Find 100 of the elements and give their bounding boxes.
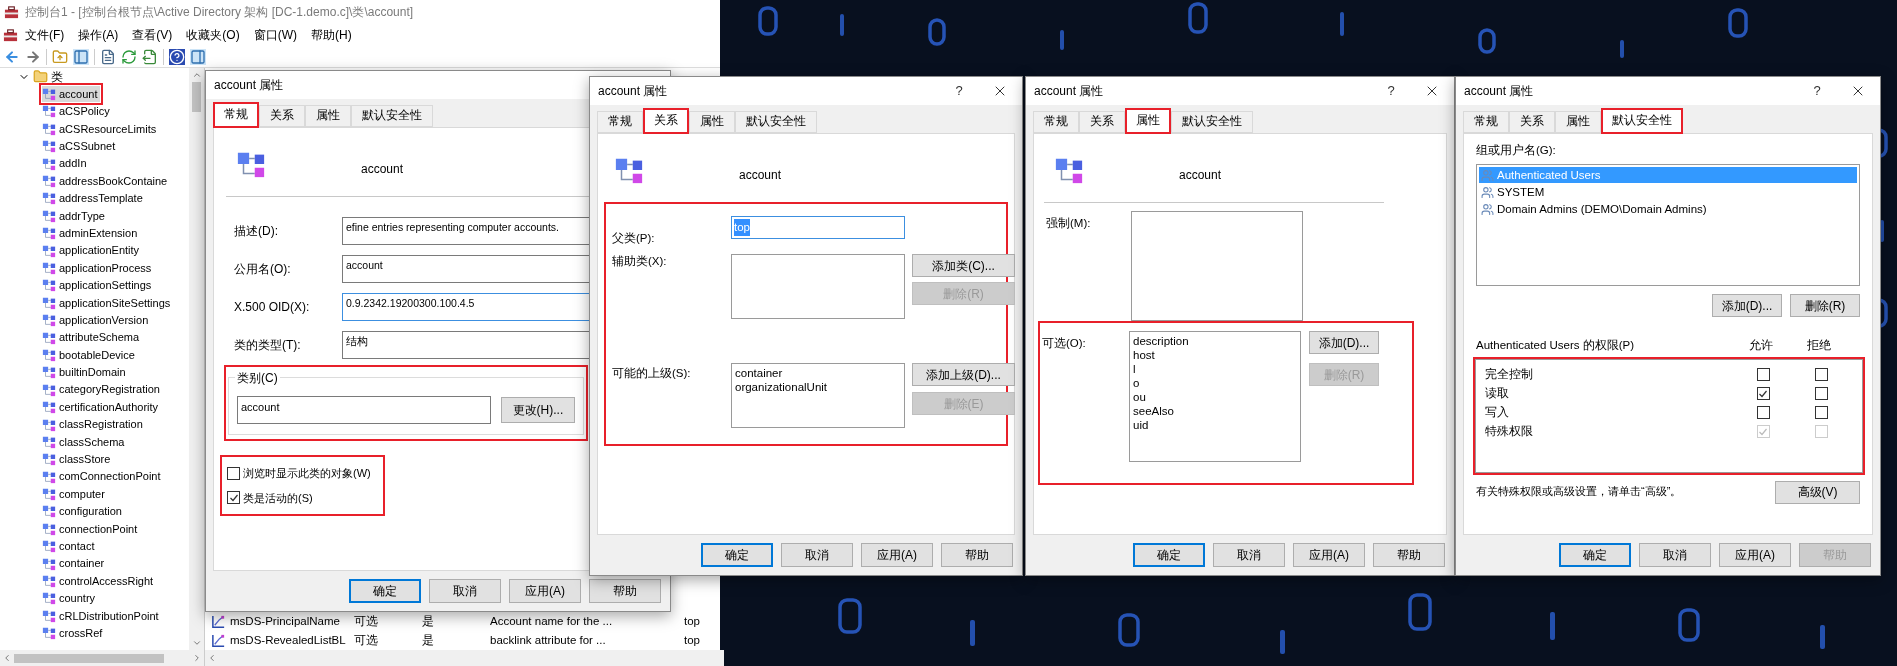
tab[interactable]: 常规	[1463, 111, 1509, 133]
tab[interactable]: 默认安全性	[1601, 108, 1683, 134]
list-box[interactable]	[1131, 211, 1303, 321]
tree-item[interactable]: bootableDevice	[42, 346, 137, 363]
tab[interactable]: 常规	[213, 102, 259, 128]
dialog-button[interactable]: 添加上级(D)...	[912, 363, 1015, 387]
change-button[interactable]: 更改(H)...	[500, 397, 575, 423]
document-icon[interactable]	[100, 48, 116, 65]
tab[interactable]: 关系	[1079, 111, 1125, 133]
menu-item[interactable]: 收藏夹(O)	[179, 26, 247, 44]
dialog-button[interactable]: 取消	[781, 543, 853, 567]
list-item[interactable]: description	[1133, 334, 1297, 348]
list-item[interactable]: seeAlso	[1133, 404, 1297, 418]
checkbox[interactable]	[1756, 406, 1770, 419]
list-item[interactable]: container	[735, 366, 901, 381]
help-button[interactable]: ?	[1802, 81, 1832, 101]
tab[interactable]: 默认安全性	[351, 105, 433, 127]
forward-icon[interactable]	[25, 48, 41, 65]
list-box[interactable]: container organizationalUnit	[731, 363, 905, 429]
list-item[interactable]: host	[1133, 348, 1297, 362]
tab[interactable]: 关系	[1509, 111, 1555, 133]
panel-icon[interactable]	[190, 48, 206, 65]
dialog-button[interactable]: 应用(A)	[861, 543, 933, 567]
folder-up-icon[interactable]	[52, 48, 68, 65]
dialog-button[interactable]: 确定	[349, 579, 421, 603]
scroll-thumb[interactable]	[192, 82, 201, 112]
tree-item[interactable]: applicationEntity	[42, 242, 142, 259]
tab[interactable]: 属性	[689, 111, 735, 133]
list-box[interactable]: description host l o ou seeAlso uid	[1129, 331, 1301, 462]
dialog-button[interactable]: 应用(A)	[1293, 543, 1365, 567]
tree-item[interactable]: aCSPolicy	[42, 103, 112, 120]
menu-item[interactable]: 操作(A)	[71, 26, 126, 44]
tree-label[interactable]: 类	[51, 68, 63, 86]
tree-item[interactable]: computer	[42, 486, 107, 503]
list-item[interactable]: l	[1133, 362, 1297, 376]
list-box[interactable]	[731, 254, 905, 320]
tree-item[interactable]: classSchema	[42, 433, 127, 450]
tab[interactable]: 关系	[643, 108, 689, 134]
scrollbar[interactable]	[189, 68, 204, 650]
text-field[interactable]: account	[237, 396, 491, 424]
tree-item[interactable]: applicationVersion	[42, 312, 151, 329]
menu-item[interactable]: 窗口(W)	[246, 26, 304, 44]
list-item[interactable]: ou	[1133, 390, 1297, 404]
back-icon[interactable]	[4, 48, 20, 65]
dialog-button[interactable]: 添加类(C)...	[912, 254, 1015, 278]
tab[interactable]: 属性	[1125, 108, 1171, 134]
checkbox[interactable]	[227, 491, 240, 505]
tab[interactable]: 默认安全性	[1171, 111, 1253, 133]
tree-item[interactable]: classRegistration	[42, 416, 145, 433]
tree-item[interactable]: attributeSchema	[42, 329, 142, 346]
tree-item[interactable]: controlAccessRight	[42, 573, 156, 589]
list-item[interactable]: Domain Admins (DEMO\Domain Admins)	[1479, 201, 1857, 218]
tab[interactable]: 默认安全性	[735, 111, 817, 133]
dialog-button[interactable]: 取消	[1639, 543, 1711, 567]
tree-item[interactable]: applicationSettings	[42, 277, 154, 294]
dialog-button[interactable]: 取消	[429, 579, 501, 603]
dialog-button[interactable]: 确定	[701, 543, 773, 567]
dialog-button[interactable]: 添加(D)...	[1309, 331, 1379, 354]
checkbox[interactable]	[1756, 368, 1770, 381]
text-field[interactable]: 结构	[342, 331, 592, 359]
help-button[interactable]: ?	[1376, 81, 1406, 101]
tree-item[interactable]: addIn	[42, 155, 89, 172]
tab[interactable]: 常规	[597, 111, 643, 133]
checkbox[interactable]	[227, 466, 240, 480]
tree-item[interactable]: adminExtension	[42, 225, 140, 242]
scrollbar[interactable]	[205, 650, 724, 666]
tab[interactable]: 属性	[305, 105, 351, 127]
refresh-icon[interactable]	[121, 48, 137, 65]
checkbox[interactable]	[1814, 387, 1828, 400]
tree-item[interactable]: account	[42, 86, 100, 103]
tree-item[interactable]: contact	[42, 538, 97, 555]
tree-item[interactable]: cRLDistributionPoint	[42, 607, 161, 624]
tree-item[interactable]: aCSSubnet	[42, 138, 118, 155]
dialog-button[interactable]: 应用(A)	[509, 579, 581, 603]
text-field[interactable]: 0.9.2342.19200300.100.4.5	[342, 293, 592, 321]
list-item[interactable]: uid	[1133, 418, 1297, 432]
text-field[interactable]: efine entries representing computer accounts.	[342, 217, 592, 245]
dialog-button[interactable]: 确定	[1559, 543, 1631, 567]
menu-item[interactable]: 文件(F)	[18, 26, 72, 44]
dialog-button[interactable]: 添加(D)...	[1712, 294, 1782, 318]
tree-item[interactable]: crossRef	[42, 625, 105, 642]
checkbox[interactable]	[1756, 387, 1770, 400]
tab[interactable]: 属性	[1555, 111, 1601, 133]
menu-item[interactable]: 帮助(H)	[304, 26, 359, 44]
tree-item[interactable]: configuration	[42, 503, 124, 520]
menu-item[interactable]: 查看(V)	[125, 26, 180, 44]
list-box[interactable]: Authenticated Users SYSTEM Domain Admins (DEMO\Domain Admins)	[1476, 164, 1860, 287]
dialog-button[interactable]: 帮助	[589, 579, 661, 603]
tree-item[interactable]: connectionPoint	[42, 520, 140, 537]
tree-item[interactable]: applicationProcess	[42, 260, 154, 276]
help-button[interactable]: ?	[944, 81, 974, 101]
tree-item[interactable]: addressTemplate	[42, 190, 145, 207]
list-item[interactable]: o	[1133, 376, 1297, 390]
tree-item[interactable]: aCSResourceLimits	[42, 120, 159, 137]
tree-item[interactable]: country	[42, 590, 98, 607]
tab[interactable]: 常规	[1033, 111, 1079, 133]
checkbox[interactable]	[1814, 406, 1828, 419]
tree-item[interactable]: addressBookContaine	[42, 173, 170, 190]
text-field[interactable]: account	[342, 255, 592, 283]
tree-item[interactable]: applicationSiteSettings	[42, 294, 173, 311]
